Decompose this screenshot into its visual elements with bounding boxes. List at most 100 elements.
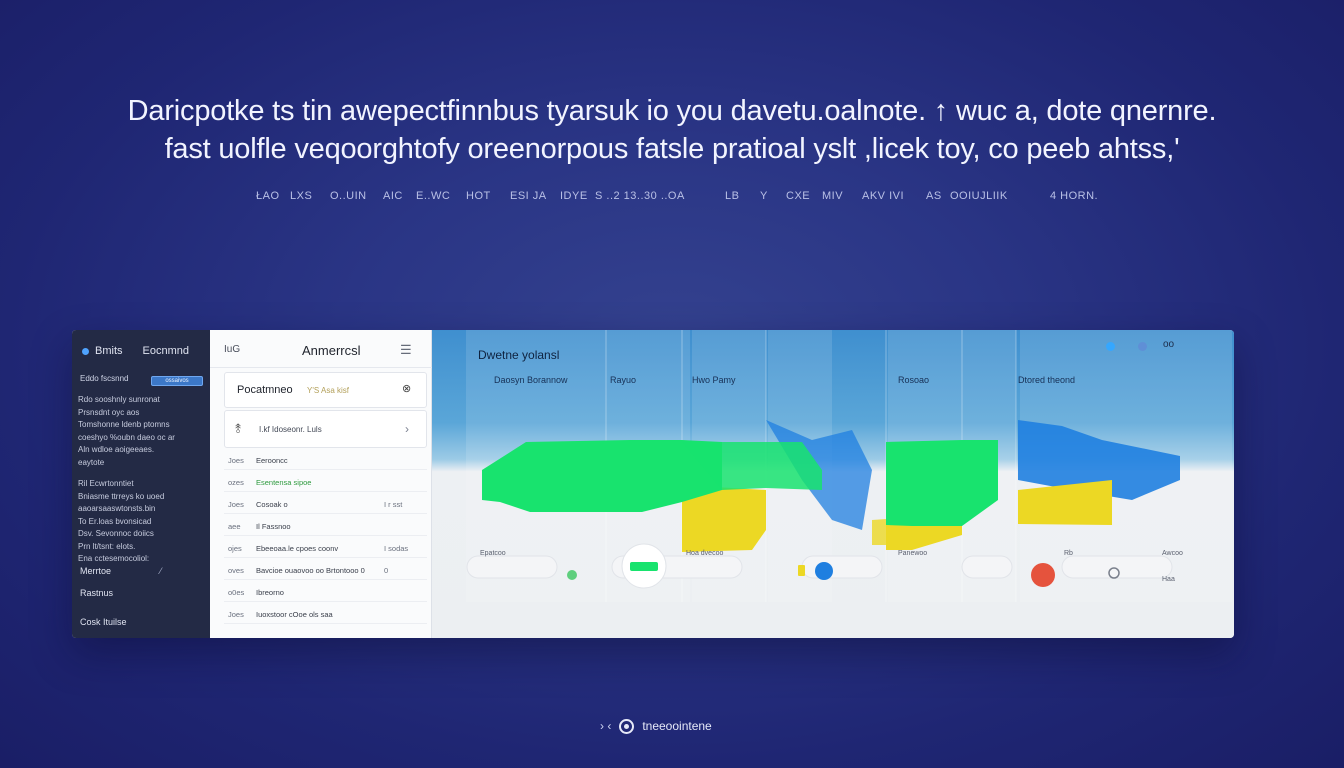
bottom-label: Hoa dvecoo: [686, 550, 724, 557]
row-value: Ebeeoaa.le cpoes coonv: [256, 544, 339, 553]
sidebar-text-line: Prn lt/tsnt: elots.: [78, 541, 136, 551]
row-value: Cosoak o: [256, 500, 288, 509]
pin-icon: ⥉: [235, 421, 242, 436]
row-value: Bavcioe ouaovoo oo Brtontooo 0: [256, 566, 365, 575]
row-key: o0es: [228, 588, 245, 597]
meta-row: ŁAO LXS O..UIN AIC E..WC HOT ESI JA IDYE S ..2 1…: [250, 190, 1110, 204]
meta-item: E..WC: [416, 190, 451, 202]
row-key: ojes: [228, 544, 242, 553]
row-value: Esentensa sipoe: [256, 478, 312, 487]
filter-pill-button[interactable]: ossaivos: [151, 376, 203, 386]
meta-item: LXS: [290, 190, 313, 202]
control-pill: [1061, 555, 1173, 579]
row-key: Joes: [228, 456, 244, 465]
column-label: Hwo Pamy: [692, 375, 736, 385]
card-title: Pocatmneo: [237, 384, 293, 396]
meta-item: CXE: [786, 190, 811, 202]
row-value: Il Fassnoo: [256, 522, 291, 531]
chevron-right-icon: ›: [405, 422, 409, 436]
row-key: ozes: [228, 478, 244, 487]
panel-title: Anmerrcsl: [302, 343, 361, 358]
app-window: Bmits Eocnmnd Eddo fscsnnd ossaivos Rdo …: [72, 330, 1234, 638]
chevron-right-icon: ⁄: [160, 566, 162, 576]
toggle-icon: [815, 562, 833, 580]
sidebar-item-3[interactable]: Cosk Ituilse: [80, 617, 127, 627]
row-value: Eerooncc: [256, 456, 288, 465]
link-icon[interactable]: ⊗: [402, 382, 411, 395]
meta-item: AIC: [383, 190, 403, 202]
bottom-label: Rb: [1064, 550, 1073, 557]
list-item[interactable]: aee Il Fassnoo: [224, 516, 427, 536]
meta-item: LB: [725, 190, 740, 202]
row-value: Ibreorno: [256, 588, 284, 597]
detail-card[interactable]: ⥉ I.kf Idoseonr. Luls ›: [224, 410, 427, 448]
meta-item: S ..2 13..30 ..OA: [595, 190, 685, 202]
more-options-button[interactable]: oo: [1163, 339, 1174, 350]
sidebar-text-line: Prsnsdnt oyc aos: [78, 407, 140, 417]
footer-brand[interactable]: tneeoointene: [642, 719, 711, 733]
list-item[interactable]: Joes Eerooncc: [224, 450, 427, 470]
sidebar-text-line: aaoarsaaswtonsts.bin: [78, 504, 156, 513]
sidebar-text-line: eaytote: [78, 457, 105, 467]
control-pill: [801, 555, 883, 579]
panel-label: IuG: [224, 344, 241, 355]
meta-item: Y: [760, 190, 768, 202]
meta-item: OOIUJLIIK: [950, 190, 1008, 202]
gauge-icon-bar: [630, 562, 658, 571]
row-key: Joes: [228, 610, 244, 619]
footer: › ‹ tneeoointene: [600, 718, 712, 734]
sidebar: Bmits Eocnmnd Eddo fscsnnd ossaivos Rdo …: [72, 330, 210, 638]
sidebar-text-line: Ena cctesemocoliol:: [78, 554, 150, 563]
detail-panel: IuG Anmerrcsl ☰ Pocatmneo Y'S Asa kisf ⊗…: [210, 330, 432, 638]
brand-dot-icon: [82, 347, 89, 355]
toggle-icon-left: [798, 565, 805, 576]
meta-item: AKV IVI: [862, 190, 905, 202]
sidebar-text-line: Bniasme ttrreys ko uoed: [78, 491, 165, 501]
hamburger-menu-icon[interactable]: ☰: [400, 342, 412, 358]
sidebar-text-block-2: Ril Ecwrtonntiet Bniasme ttrreys ko uoed a…: [78, 478, 206, 566]
list-item[interactable]: Joes Cosoak o I r sst: [224, 494, 427, 514]
sidebar-text-line: Ril Ecwrtonntiet: [78, 479, 134, 488]
summary-card[interactable]: Pocatmneo Y'S Asa kisf ⊗: [224, 372, 427, 408]
bottom-label: Haa: [1162, 576, 1175, 583]
row-key: aee: [228, 522, 241, 531]
sidebar-brand: Bmits: [95, 345, 123, 357]
list-item[interactable]: oves Bavcioe ouaovoo oo Brtontooo 0 0: [224, 560, 427, 580]
card-subtitle: Y'S Asa kisf: [307, 386, 349, 395]
sidebar-text-line: Aln wdloe aoigeeaes.: [78, 445, 155, 454]
chart-title: Dwetne yolansl: [478, 348, 560, 362]
sidebar-item-label: Cosk Ituilse: [80, 617, 127, 627]
bottom-label: Panewoo: [898, 550, 928, 557]
list-item[interactable]: Joes Iuoxstoor cOoe ols saa: [224, 604, 427, 624]
sidebar-item-2[interactable]: Rastnus: [80, 588, 113, 598]
headline-line-2: fast uolfle veqoorghtofy oreenorpous fat…: [164, 133, 1180, 165]
sidebar-text-line: Dsv. Sevonnoc doiics: [78, 529, 154, 538]
sidebar-text-line: coeshyo %oubn daeo oc ar: [78, 432, 175, 442]
list-item[interactable]: ozes Esentensa sipoe: [224, 472, 427, 492]
status-dot-indigo[interactable]: [1138, 342, 1147, 351]
bottom-label: Epatcoo: [480, 550, 506, 557]
sidebar-text-line: Tomshonne ldenb ptomns: [78, 420, 170, 429]
card-text: I.kf Idoseonr. Luls: [259, 425, 322, 434]
column-label: Rosoao: [898, 375, 930, 385]
close-icon: [1031, 563, 1055, 587]
status-dot-icon: [567, 570, 577, 580]
column-label: Rayuo: [610, 375, 637, 385]
status-dot-blue[interactable]: [1106, 342, 1115, 351]
control-pill: [466, 555, 558, 579]
sidebar-text-block-1: Rdo sooshnly sunronat Prsnsdnt oyc aos Tom…: [78, 394, 206, 469]
meta-item: HOT: [466, 190, 491, 202]
meta-item: AS: [926, 190, 942, 202]
filter-label: Eddo fscsnnd: [80, 374, 129, 383]
row-extra: 0: [384, 566, 389, 575]
sidebar-header: Bmits Eocnmnd: [82, 344, 189, 358]
list-item[interactable]: o0es Ibreorno: [224, 582, 427, 602]
column-label: Daosyn Borannow: [494, 375, 568, 385]
sidebar-item-label: Rastnus: [80, 588, 114, 598]
control-pill: [961, 555, 1013, 579]
bottom-label: Awcoo: [1162, 550, 1183, 557]
sidebar-title: Eocnmnd: [142, 345, 189, 357]
sidebar-item-1[interactable]: Merrtoe ⁄: [80, 566, 162, 576]
page-headline: Daricpotke ts tin awepectfinnbus tyarsuk…: [0, 92, 1344, 168]
list-item[interactable]: ojes Ebeeoaa.le cpoes coonv I sodas: [224, 538, 427, 558]
